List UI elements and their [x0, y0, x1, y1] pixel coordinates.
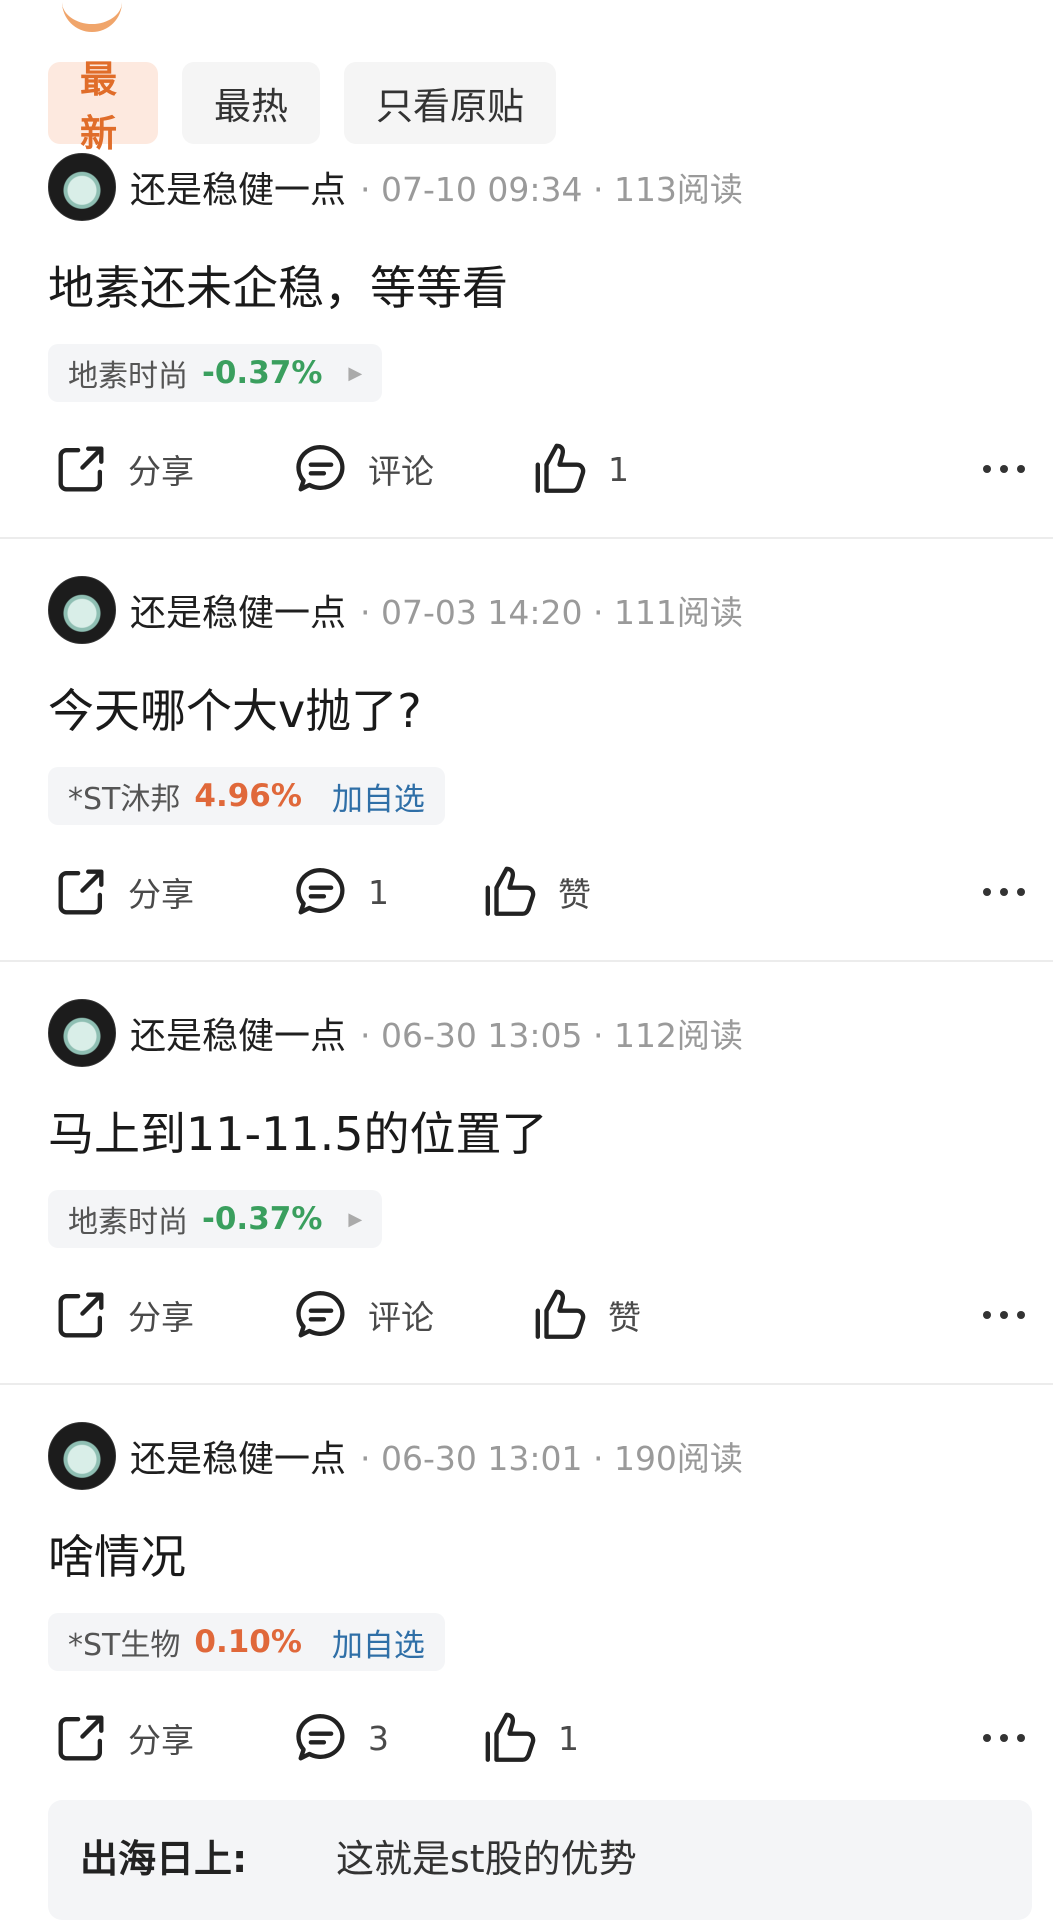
like-button[interactable]: 1 [532, 434, 629, 504]
divider [0, 1383, 1053, 1385]
stock-name: 地素时尚 [68, 1205, 188, 1240]
more-button[interactable] [981, 1280, 1027, 1350]
stock-name: *ST沐邦 [68, 782, 181, 817]
share-button[interactable]: 分享 [52, 1703, 194, 1773]
tab-original-only[interactable]: 只看原贴 [344, 62, 556, 144]
post-header: 还是稳健一点 · 07-03 14:20 · 111阅读 [48, 575, 743, 645]
post-header: 还是稳健一点 · 07-10 09:34 · 113阅读 [48, 152, 743, 222]
share-icon [58, 869, 104, 915]
play-arrow-icon: ▶ [348, 362, 363, 384]
like-button[interactable]: 1 [482, 1703, 579, 1773]
stock-tag[interactable]: *ST沐邦 4.96% 加自选 [48, 767, 445, 825]
stock-change: 0.10% [194, 1624, 302, 1660]
action-bar: 分享 评论 1 [0, 434, 1053, 504]
more-button[interactable] [981, 434, 1027, 504]
comment-label: 1 [368, 872, 389, 912]
divider [0, 960, 1053, 962]
author-name[interactable]: 还是稳健一点 [130, 584, 346, 636]
more-icon [983, 1311, 1025, 1319]
stock-change: -0.37% [202, 1201, 323, 1237]
stock-name: 地素时尚 [68, 359, 188, 394]
comment-button[interactable]: 评论 [292, 1280, 434, 1350]
post-text[interactable]: 马上到11-11.5的位置了 [48, 1098, 548, 1164]
action-bar: 分享 3 1 [0, 1703, 1053, 1773]
comment-icon [296, 445, 345, 492]
share-button[interactable]: 分享 [52, 1280, 194, 1350]
post-meta: · 07-03 14:20 · 111阅读 [360, 593, 743, 632]
action-bar: 分享 1 赞 [0, 857, 1053, 927]
divider [0, 537, 1053, 539]
share-label: 分享 [128, 452, 194, 491]
comment-preview[interactable]: 出海日上: 这就是st股的优势 [48, 1800, 1032, 1920]
play-arrow-icon: ▶ [348, 1208, 363, 1230]
thumbs-up-icon [485, 1712, 536, 1762]
comment-icon [296, 1291, 345, 1338]
comment-button[interactable]: 1 [292, 857, 389, 927]
more-icon [983, 465, 1025, 473]
thumbs-up-icon [535, 443, 586, 493]
post-meta: · 07-10 09:34 · 113阅读 [360, 170, 743, 209]
comment-label: 3 [368, 1718, 389, 1758]
comment-button[interactable]: 3 [292, 1703, 389, 1773]
feed-tabs: 最新 最热 只看原贴 [48, 58, 556, 155]
more-icon [983, 888, 1025, 896]
action-bar: 分享 评论 赞 [0, 1280, 1053, 1350]
share-label: 分享 [128, 1298, 194, 1337]
share-icon [58, 1292, 104, 1338]
avatar[interactable] [48, 1422, 116, 1490]
comment-label: 评论 [368, 1298, 434, 1337]
add-watchlist-button[interactable]: 加自选 [332, 774, 425, 819]
post-text[interactable]: 地素还未企稳，等等看 [48, 252, 508, 318]
share-button[interactable]: 分享 [52, 857, 194, 927]
like-label: 赞 [558, 875, 591, 914]
avatar[interactable] [48, 576, 116, 644]
like-label: 赞 [608, 1298, 641, 1337]
share-label: 分享 [128, 875, 194, 914]
tab-latest[interactable]: 最新 [48, 58, 158, 155]
comment-label: 评论 [368, 452, 434, 491]
author-name[interactable]: 还是稳健一点 [130, 1007, 346, 1059]
like-button[interactable]: 赞 [482, 857, 591, 927]
comment-text: 这就是st股的优势 [336, 1837, 637, 1881]
share-label: 分享 [128, 1721, 194, 1760]
stock-tag[interactable]: *ST生物 0.10% 加自选 [48, 1613, 445, 1671]
more-icon [983, 1734, 1025, 1742]
post-header: 还是稳健一点 · 06-30 13:01 · 190阅读 [48, 1421, 743, 1491]
thumbs-up-icon [485, 866, 536, 916]
share-button[interactable]: 分享 [52, 434, 194, 504]
stock-change: 4.96% [194, 778, 302, 814]
thumbs-up-icon [535, 1289, 586, 1339]
comment-author[interactable]: 出海日上: [80, 1828, 247, 1883]
post-meta: · 06-30 13:01 · 190阅读 [360, 1439, 743, 1478]
avatar[interactable] [48, 999, 116, 1067]
stock-tag[interactable]: 地素时尚 -0.37% ▶ [48, 344, 383, 402]
avatar[interactable] [48, 153, 116, 221]
more-button[interactable] [981, 1703, 1027, 1773]
stock-tag[interactable]: 地素时尚 -0.37% ▶ [48, 1190, 383, 1248]
add-watchlist-button[interactable]: 加自选 [332, 1620, 425, 1665]
stock-name: *ST生物 [68, 1628, 181, 1663]
comment-icon [296, 868, 345, 915]
like-label: 1 [608, 449, 629, 489]
like-label: 1 [558, 1718, 579, 1758]
stock-change: -0.37% [202, 355, 323, 391]
post-header: 还是稳健一点 · 06-30 13:05 · 112阅读 [48, 998, 743, 1068]
post-meta: · 06-30 13:05 · 112阅读 [360, 1016, 743, 1055]
share-icon [58, 1715, 104, 1761]
author-name[interactable]: 还是稳健一点 [130, 1430, 346, 1482]
more-button[interactable] [981, 857, 1027, 927]
share-icon [58, 446, 104, 492]
post-text[interactable]: 今天哪个大v抛了? [48, 675, 422, 741]
author-name[interactable]: 还是稳健一点 [130, 161, 346, 213]
comment-button[interactable]: 评论 [292, 434, 434, 504]
top-decoration [62, 0, 122, 32]
post-text[interactable]: 啥情况 [48, 1521, 186, 1587]
comment-icon [296, 1714, 345, 1761]
like-button[interactable]: 赞 [532, 1280, 641, 1350]
tab-hot[interactable]: 最热 [182, 62, 320, 144]
